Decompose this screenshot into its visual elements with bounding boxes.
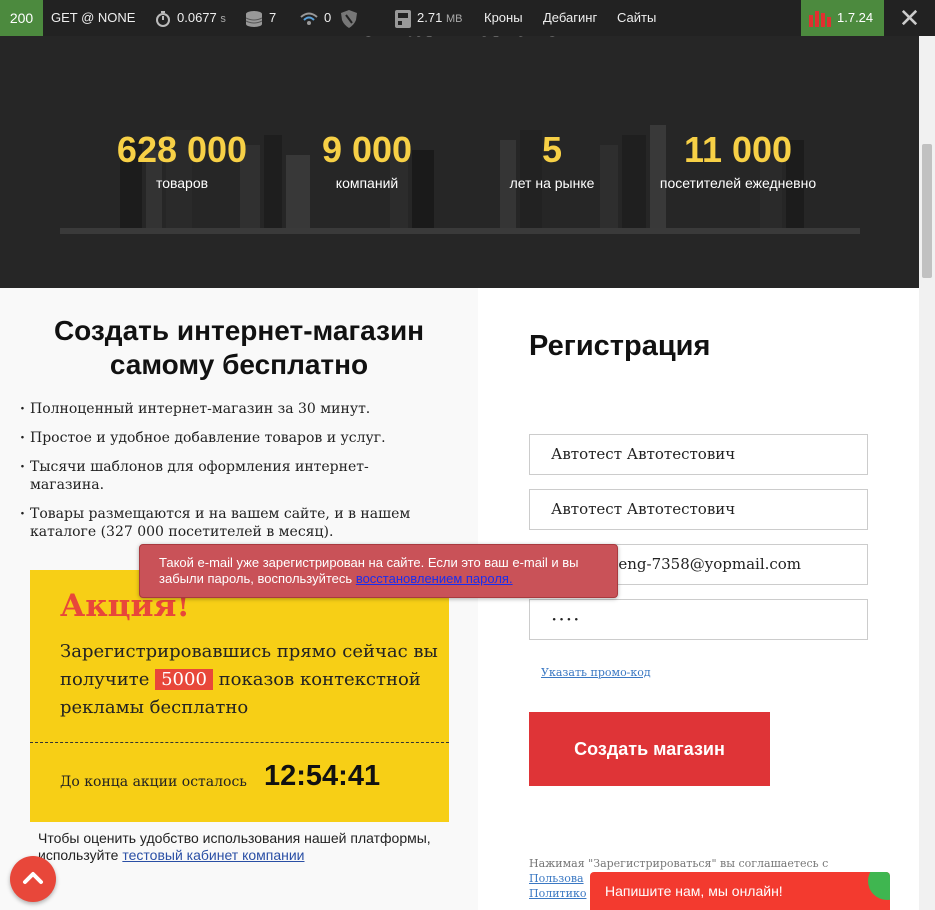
stat-products: 628 000 товаров — [102, 128, 262, 194]
stat-value: 11 000 — [683, 129, 793, 170]
hero-banner: romaskz.ts это: 628 000 товаров 9 000 ко… — [0, 0, 919, 288]
promo-divider — [30, 742, 449, 743]
memory-value: 2.71 — [417, 10, 443, 25]
database-icon — [245, 10, 263, 27]
list-item: Тысячи шаблонов для оформления интернет-… — [20, 458, 430, 494]
debug-toolbar: 200 GET @ NONE 0.0677 s 7 0 2.71 MB Крон… — [0, 0, 935, 36]
promo-box: Акция! Зарегистрировавшись прямо сейчас … — [30, 570, 449, 822]
menu-sites[interactable]: Сайты — [617, 0, 656, 36]
privacy-link[interactable]: Политико — [529, 887, 586, 900]
page-heading: Создать интернет-магазин самому бесплатн… — [53, 315, 425, 380]
live-chat-widget[interactable]: Напишите нам, мы онлайн! — [590, 872, 890, 910]
registration-form: Регистрация Автотест Автотестович Автоте… — [478, 288, 919, 910]
wifi-icon — [300, 12, 318, 25]
request-label: GET @ NONE — [51, 10, 136, 25]
demo-note: Чтобы оценить удобство использования наш… — [38, 830, 458, 864]
db-info[interactable]: 7 — [245, 0, 276, 36]
status-code-badge[interactable]: 200 — [0, 0, 43, 36]
version-label: 1.7.24 — [837, 10, 874, 25]
chat-label: Напишите нам, мы онлайн! — [605, 883, 783, 899]
stat-value: 5 — [541, 129, 563, 170]
chevron-up-icon — [23, 872, 43, 884]
features-list: Полноценный интернет-магазин за 30 минут… — [20, 400, 430, 552]
terms-link[interactable]: Пользова — [529, 872, 584, 885]
scroll-top-button[interactable] — [10, 856, 56, 902]
registration-heading: Регистрация — [529, 330, 711, 362]
time-value: 0.0677 — [177, 10, 217, 25]
menu-debugging[interactable]: Дебагинг — [543, 0, 597, 36]
create-shop-button[interactable]: Создать магазин — [529, 712, 770, 786]
time-info[interactable]: 0.0677 s — [155, 0, 226, 36]
countdown-timer: 12:54:41 — [264, 760, 381, 792]
list-item: Товары размещаются и на вашем сайте, и в… — [20, 505, 430, 541]
page-scrollbar[interactable] — [919, 36, 935, 910]
shield-icon — [341, 9, 357, 28]
stat-years: 5 лет на рынке — [492, 128, 612, 194]
demo-cabinet-link[interactable]: тестовый кабинет компании — [122, 847, 304, 863]
countdown-label: До конца акции осталось — [60, 774, 247, 790]
promo-text: Зарегистрировавшись прямо сейчас вы полу… — [60, 638, 440, 722]
first-name-field[interactable]: Автотест Автотестович — [529, 434, 868, 475]
time-unit: s — [220, 13, 226, 25]
close-toolbar-icon[interactable]: ✕ — [884, 0, 935, 36]
list-item: Полноценный интернет-магазин за 30 минут… — [20, 400, 430, 418]
memory-unit: MB — [445, 13, 463, 25]
events-count: 0 — [324, 10, 332, 25]
memory-info[interactable]: 2.71 MB — [395, 0, 462, 36]
list-item: Простое и удобное добавление товаров и у… — [20, 429, 430, 447]
promo-highlight-badge: 5000 — [155, 669, 213, 690]
memory-icon — [395, 9, 411, 28]
promo-column: Создать интернет-магазин самому бесплатн… — [0, 288, 478, 910]
email-error-tooltip: Такой e-mail уже зарегистрирован на сайт… — [139, 544, 618, 598]
stat-label: компаний — [335, 175, 399, 191]
password-recovery-link[interactable]: восстановлением пароля. — [356, 571, 513, 586]
stat-label: лет на рынке — [509, 175, 595, 191]
framework-logo-icon — [809, 10, 831, 27]
stat-label: товаров — [155, 175, 209, 191]
stat-value: 628 000 — [116, 129, 248, 170]
company-name-field[interactable]: Автотест Автотестович — [529, 489, 868, 530]
db-queries-count: 7 — [269, 10, 277, 25]
legal-text: Нажимая "Зарегистрироваться" вы соглашае… — [529, 857, 829, 870]
framework-version[interactable]: 1.7.24 — [801, 0, 884, 36]
security-info[interactable] — [341, 0, 363, 36]
stat-value: 9 000 — [321, 129, 413, 170]
password-field[interactable]: ···· — [529, 599, 868, 640]
request-info[interactable]: GET @ NONE — [51, 0, 135, 36]
stat-companies: 9 000 компаний — [297, 128, 437, 194]
stat-visitors: 11 000 посетителей ежедневно — [648, 128, 828, 194]
menu-crons[interactable]: Кроны — [484, 0, 523, 36]
stat-label: посетителей ежедневно — [659, 175, 817, 191]
events-info[interactable]: 0 — [300, 0, 331, 36]
scrollbar-thumb[interactable] — [922, 144, 932, 278]
stopwatch-icon — [156, 10, 170, 27]
online-indicator — [868, 872, 890, 900]
promo-code-link[interactable]: Указать промо-код — [541, 666, 651, 679]
